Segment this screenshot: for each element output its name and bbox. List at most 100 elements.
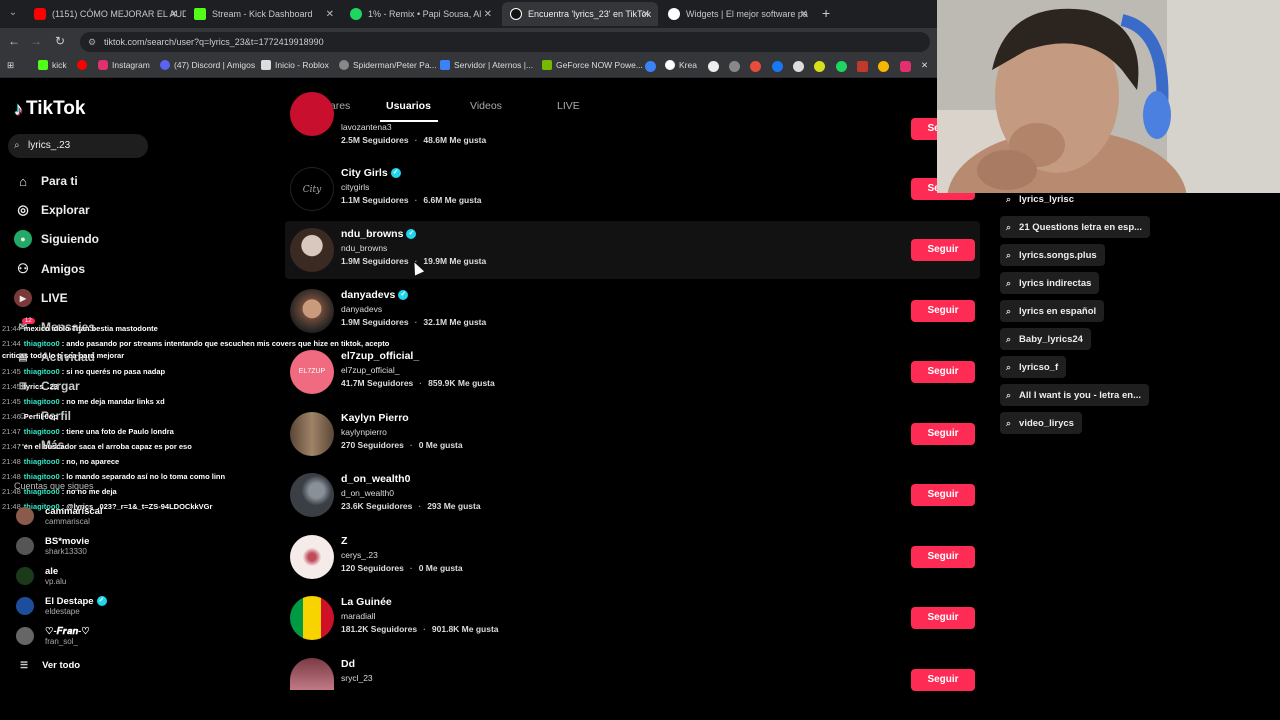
instagram-icon[interactable] [900,61,911,72]
tab-search-dropdown-icon[interactable]: ⌄ [6,6,20,20]
nav-live[interactable]: ▶ LIVE [14,287,68,309]
bookmark-icon-8[interactable] [878,61,889,72]
search-input[interactable]: ⌕ lyrics_.23 [8,134,148,158]
user-result-row[interactable]: City Girls City Girls✓ citygirls 1.1M Se… [285,160,980,218]
following-account[interactable]: ale vp.alu [16,562,66,590]
bookmark-icon-7[interactable] [857,61,868,72]
bookmark-kick[interactable]: kick [38,60,67,70]
account-name: ale [45,566,59,577]
related-search-item[interactable]: ⌕ lyrics.songs.plus [1000,244,1105,266]
bookmark-icon-6[interactable] [836,61,847,72]
bookmark-aternos[interactable]: Servidor | Aternos |... [440,60,533,70]
user-result-row[interactable]: d_on_wealth0 d_on_wealth0 23.6K Seguidor… [285,466,980,524]
bookmark-icon-5[interactable] [814,61,825,72]
close-tab-icon[interactable]: ✕ [484,9,492,20]
follow-button[interactable]: Seguir [911,300,975,322]
related-search-item[interactable]: ⌕ video_lirycs [1000,412,1082,434]
following-account[interactable]: El Destape ✓ eldestape [16,592,107,620]
close-tab-icon[interactable]: ✕ [800,9,808,20]
chat-message: 21:45 thiagitoo0 : no me deja mandar link… [2,397,165,406]
likes-count: 48.6M Me gusta [423,135,487,145]
chat-time: 21:48 [2,457,21,466]
bookmark-icon-4[interactable] [793,61,804,72]
account-handle: fran_sol_ [45,637,78,646]
reload-icon[interactable]: ↻ [52,34,68,48]
following-account[interactable]: BS*movie shark13330 [16,532,89,560]
close-tab-icon[interactable]: ✕ [642,9,650,20]
bookmark-discord[interactable]: (47) Discord | Amigos [160,60,255,70]
followers-count: 41.7M Seguidores [341,378,414,388]
bookmark-icon-2[interactable] [729,61,740,72]
user-stats: 23.6K Seguidores · 293 Me gusta [341,501,481,511]
close-tab-icon[interactable]: ✕ [170,9,178,20]
facebook-icon[interactable] [772,61,783,72]
follow-button[interactable]: Seguir [911,607,975,629]
follow-button[interactable]: Seguir [911,361,975,383]
bookmark-youtube[interactable] [77,60,91,70]
user-result-row[interactable]: danyadevs ✓ danyadevs 1.9M Seguidores · 32.… [285,282,980,340]
user-name: d_on_wealth0 [341,473,411,485]
nav-for-you[interactable]: ⌂ Para ti [14,170,78,192]
user-name: Z [341,535,348,547]
forward-arrow-icon[interactable]: → [28,34,44,48]
new-tab-plus-icon[interactable]: + [822,5,830,21]
tiktok-logo[interactable]: ♪ TikTok [14,98,85,120]
nav-explore[interactable]: ◎ Explorar [14,199,89,221]
related-search-item[interactable]: ⌕ Baby_lyrics24 [1000,328,1091,350]
user-result-row[interactable]: lavozantena3 2.5M Seguidores · 48.6M Me gu… [285,92,980,145]
chat-message: 21:45 thiagitoo0 : si no querés no pasa n… [2,367,166,376]
followers-count: 181.2K Seguidores [341,624,418,634]
related-search-item[interactable]: ⌕ 21 Questions letra en esp... [1000,216,1151,238]
back-arrow-icon[interactable]: ← [6,34,22,48]
follow-button[interactable]: Seguir [911,484,975,506]
account-handle: cammariscal [45,517,90,526]
related-search-item[interactable]: ⌕ lyrics en español [1000,300,1105,322]
bookmark-instagram[interactable]: Instagram [98,60,150,70]
followers-count: 2.5M Seguidores [341,135,409,145]
bookmark-spiderman[interactable]: Spiderman/Peter Pa... [339,60,437,70]
user-result-row[interactable]: La Guinée maradiall 181.2K Seguidores · 90… [285,589,980,647]
close-tab-icon[interactable]: ✕ [326,9,334,20]
search-icon: ⌕ [1006,249,1012,260]
kick-favicon-icon [194,8,206,20]
apps-grid-icon[interactable]: ⊞ [7,60,14,71]
following-account[interactable]: ♡-𝑭𝒓𝒂𝒏-♡ fran_sol_ [16,622,90,650]
following-account[interactable]: cammariscal cammariscal [16,502,103,530]
browser-tab-youtube[interactable]: (1151) CÓMO MEJORAR EL AUD ✕ [26,2,186,26]
nav-following[interactable]: ● Siguiendo [14,228,99,250]
nav-friends[interactable]: ⚇ Amigos [14,258,85,280]
follow-button[interactable]: Seguir [911,669,975,691]
follow-button[interactable]: Seguir [911,239,975,261]
browser-tab-widgets[interactable]: Widgets | El mejor software pa ✕ [660,2,816,26]
chat-user: thiagitoo0 [23,472,60,481]
url-bar[interactable]: ⚙ tiktok.com/search/user?q=lyrics_23&t=1… [80,32,930,52]
see-all-link[interactable]: ☰ Ver todo [20,660,80,671]
bookmark-krea[interactable]: Krea [665,60,697,70]
related-search-item[interactable]: ⌕ lyricso_f [1000,356,1067,378]
avatar [290,658,334,690]
bookmark-roblox[interactable]: Inicio - Roblox [261,60,329,70]
browser-tab-kick[interactable]: Stream - Kick Dashboard ✕ [186,2,342,26]
related-search-item[interactable]: ⌕ All I want is you - letra en... [1000,384,1149,406]
user-result-row[interactable]: EL7ZUP el7zup_official_ el7zup_official_… [285,343,980,401]
suggestion-text: lyrics.songs.plus [1019,249,1097,261]
avatar: City Girls [290,167,334,211]
bookmark-icon-1[interactable] [708,61,719,72]
follow-button[interactable]: Seguir [911,546,975,568]
bookmark-icon-3[interactable] [750,61,761,72]
browser-tab-spotify[interactable]: 1% - Remix • Papi Sousa, Al ✕ [342,2,500,26]
user-handle: maradiall [341,611,376,621]
user-result-row[interactable]: Kaylyn Pierro kaylynpierro 270 Seguidore… [285,405,980,463]
bookmark-circle-icon[interactable] [645,61,656,72]
user-result-row[interactable]: Dd srycl_23 Seguir [285,651,980,691]
follow-button[interactable]: Seguir [911,423,975,445]
city-girls-logo: City Girls [302,185,322,195]
x-icon[interactable]: ✕ [921,60,928,71]
browser-tab-tiktok[interactable]: Encuentra 'lyrics_23' en TikTok ✕ [502,2,658,26]
user-result-row[interactable]: Z cerys_.23 120 Seguidores · 0 Me gusta Se… [285,528,980,586]
user-result-row[interactable]: ndu_browns ✓ ndu_browns 1.9M Seguidores · 1… [285,221,980,279]
related-search-item[interactable]: ⌕ lyrics indirectas [1000,272,1100,294]
site-info-icon[interactable]: ⚙ [88,32,96,52]
user-stats: 1.1M Seguidores · 6.6M Me gusta [341,195,482,205]
bookmark-geforce[interactable]: GeForce NOW Powe... [542,60,643,70]
